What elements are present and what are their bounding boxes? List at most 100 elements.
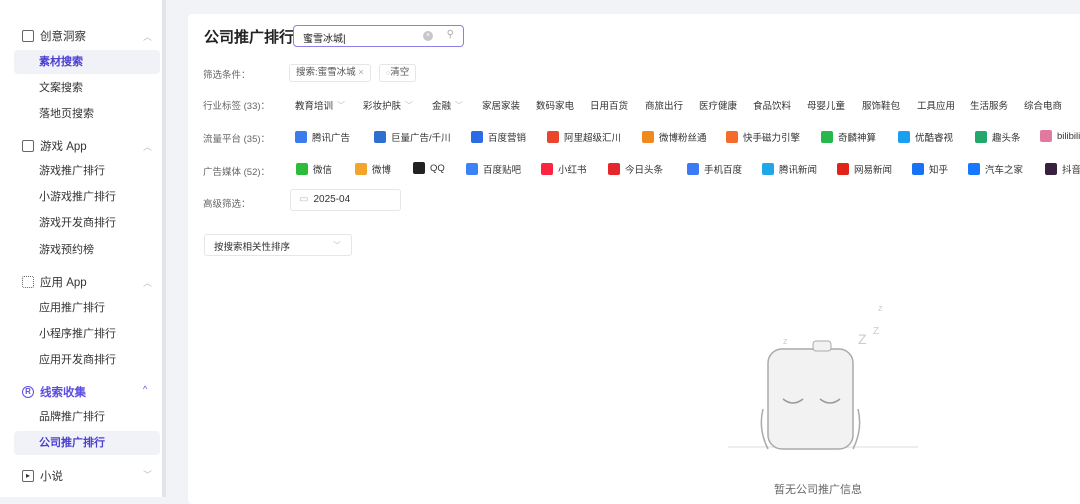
sidebar-group-creative[interactable]: 创意洞察 bbox=[22, 28, 86, 44]
platforms-item[interactable]: 腾讯广告 bbox=[295, 130, 350, 144]
platforms-item[interactable]: 快手磁力引擎 bbox=[726, 130, 800, 144]
item-label: 微博 bbox=[372, 165, 392, 176]
sidebar-group-leads[interactable]: R 线索收集 bbox=[22, 384, 86, 400]
sidebar-item[interactable]: 小程序推广排行 bbox=[14, 322, 160, 346]
media-item[interactable]: 网易新闻 bbox=[837, 162, 892, 176]
media-logo-icon bbox=[1045, 163, 1057, 175]
media-item[interactable]: 今日头条 bbox=[608, 162, 663, 176]
search-icon[interactable]: ⚲ bbox=[447, 29, 454, 40]
chevron-up-icon[interactable]: ︿ bbox=[143, 140, 152, 153]
platforms-item[interactable]: 巨量广告/千川 bbox=[374, 130, 451, 144]
sidebar-item[interactable]: 游戏推广排行 bbox=[14, 159, 160, 183]
search-input[interactable]: 蜜雪冰城| × ⚲ bbox=[293, 25, 464, 47]
sidebar-group-game[interactable]: 游戏 App bbox=[22, 138, 87, 154]
item-label: 知乎 bbox=[929, 165, 949, 176]
sidebar-item[interactable]: 应用推广排行 bbox=[14, 296, 160, 320]
chevron-up-icon[interactable]: ︿ bbox=[143, 276, 152, 289]
industry-item[interactable]: 金融 ﹀ bbox=[432, 98, 464, 113]
calendar-icon: ▭ bbox=[299, 194, 309, 205]
media-logo-icon bbox=[968, 163, 980, 175]
clear-icon[interactable]: × bbox=[423, 31, 433, 41]
sidebar-item[interactable]: 素材搜索 bbox=[14, 50, 160, 74]
sidebar-group-novel[interactable]: ▸ 小说 bbox=[22, 468, 63, 484]
industry-item[interactable]: 生活服务 bbox=[970, 98, 1008, 112]
platforms-item[interactable]: 奇麟神算 bbox=[821, 130, 876, 144]
search-value: 蜜雪冰城 bbox=[303, 34, 343, 45]
apps-grid-icon bbox=[22, 276, 34, 288]
chevron-up-icon[interactable]: ^ bbox=[143, 384, 147, 394]
media-item[interactable]: 手机百度 bbox=[687, 162, 742, 176]
sidebar-item[interactable]: 游戏开发商排行 bbox=[14, 211, 160, 235]
date-picker[interactable]: ▭ 2025-04 bbox=[290, 189, 401, 211]
item-label: 服饰鞋包 bbox=[862, 101, 901, 112]
item-label: 百度贴吧 bbox=[483, 165, 522, 176]
image-icon bbox=[22, 30, 34, 42]
industry-item[interactable]: 家居家装 bbox=[482, 98, 520, 112]
sidebar-item[interactable]: 公司推广排行 bbox=[14, 431, 160, 455]
industry-item[interactable]: 母婴儿童 bbox=[807, 98, 845, 112]
industry-item[interactable]: 工具应用 bbox=[917, 98, 955, 112]
media-logo-icon bbox=[296, 163, 308, 175]
media-item[interactable]: 百度贴吧 bbox=[466, 162, 521, 176]
main-panel: 公司推广排行 蜜雪冰城| × ⚲ 筛选条件： 搜索:蜜雪冰城 × ○清空 行业标签 … bbox=[188, 14, 1080, 504]
item-label: 教育培训 bbox=[295, 101, 334, 112]
media-item[interactable]: 微博 bbox=[355, 162, 391, 176]
item-label: 优酷睿视 bbox=[915, 133, 954, 144]
date-value: 2025-04 bbox=[313, 194, 351, 205]
sidebar-item[interactable]: 文案搜索 bbox=[14, 76, 160, 100]
page-title: 公司推广排行 bbox=[204, 29, 295, 46]
sidebar-item[interactable]: 游戏预约榜 bbox=[14, 238, 160, 262]
item-label: 数码家电 bbox=[536, 101, 575, 112]
sidebar-item[interactable]: 应用开发商排行 bbox=[14, 348, 160, 372]
platforms-logo-icon bbox=[975, 131, 987, 143]
play-icon: ▸ bbox=[22, 470, 34, 482]
platforms-item[interactable]: 百度营销 bbox=[471, 130, 526, 144]
platforms-logo-icon bbox=[471, 131, 483, 143]
item-label: 工具应用 bbox=[917, 101, 956, 112]
sidebar-item[interactable]: 小游戏推广排行 bbox=[14, 185, 160, 209]
sidebar-group-app[interactable]: 应用 App bbox=[22, 274, 87, 290]
platforms-item[interactable]: 微博粉丝通 bbox=[642, 130, 707, 144]
industry-item[interactable]: 彩妆护肤 ﹀ bbox=[363, 98, 413, 113]
group-label: 小说 bbox=[40, 471, 63, 483]
sidebar-item[interactable]: 品牌推广排行 bbox=[14, 405, 160, 429]
platforms-item[interactable]: bilibili bbox=[1040, 130, 1080, 142]
industry-item[interactable]: 教育培训 ﹀ bbox=[295, 98, 345, 113]
item-label: 生活服务 bbox=[970, 101, 1009, 112]
chevron-down-icon: ﹀ bbox=[455, 100, 464, 110]
item-label: 奇麟神算 bbox=[838, 133, 877, 144]
group-label: 线索收集 bbox=[40, 387, 86, 399]
platforms-item[interactable]: 优酷睿视 bbox=[898, 130, 953, 144]
media-logo-icon bbox=[413, 162, 425, 174]
filter-chip[interactable]: 搜索:蜜雪冰城 × bbox=[289, 64, 371, 82]
media-item[interactable]: 汽车之家 bbox=[968, 162, 1023, 176]
industry-item[interactable]: 综合电商 bbox=[1024, 98, 1062, 112]
clear-label: 清空 bbox=[390, 67, 410, 78]
chevron-up-icon[interactable]: ︿ bbox=[143, 30, 152, 43]
platforms-item[interactable]: 阿里超级汇川 bbox=[547, 130, 621, 144]
industry-item[interactable]: 医疗健康 bbox=[699, 98, 737, 112]
close-icon[interactable]: × bbox=[358, 67, 364, 78]
media-item[interactable]: 腾讯新闻 bbox=[762, 162, 817, 176]
industry-item[interactable]: 服饰鞋包 bbox=[862, 98, 900, 112]
industry-item[interactable]: 日用百货 bbox=[590, 98, 628, 112]
industry-item[interactable]: 食品饮料 bbox=[753, 98, 791, 112]
media-logo-icon bbox=[837, 163, 849, 175]
industry-item[interactable]: 数码家电 bbox=[536, 98, 574, 112]
item-label: 手机百度 bbox=[704, 165, 743, 176]
chevron-down-icon[interactable]: ﹀ bbox=[143, 468, 152, 481]
media-item[interactable]: 微信 bbox=[296, 162, 332, 176]
item-label: 金融 bbox=[432, 101, 452, 112]
media-logo-icon bbox=[466, 163, 478, 175]
clear-button[interactable]: ○清空 bbox=[379, 64, 417, 82]
sidebar-item[interactable]: 落地页搜索 bbox=[14, 102, 160, 126]
sort-select[interactable]: 按搜索相关性排序 ﹀ bbox=[204, 234, 352, 256]
media-item[interactable]: 小红书 bbox=[541, 162, 587, 176]
media-item[interactable]: QQ bbox=[413, 162, 445, 174]
platforms-logo-icon bbox=[374, 131, 386, 143]
media-item[interactable]: 知乎 bbox=[912, 162, 948, 176]
media-item[interactable]: 抖音 bbox=[1045, 162, 1080, 176]
item-label: QQ bbox=[430, 162, 445, 174]
platforms-item[interactable]: 趣头条 bbox=[975, 130, 1021, 144]
industry-item[interactable]: 商旅出行 bbox=[645, 98, 683, 112]
